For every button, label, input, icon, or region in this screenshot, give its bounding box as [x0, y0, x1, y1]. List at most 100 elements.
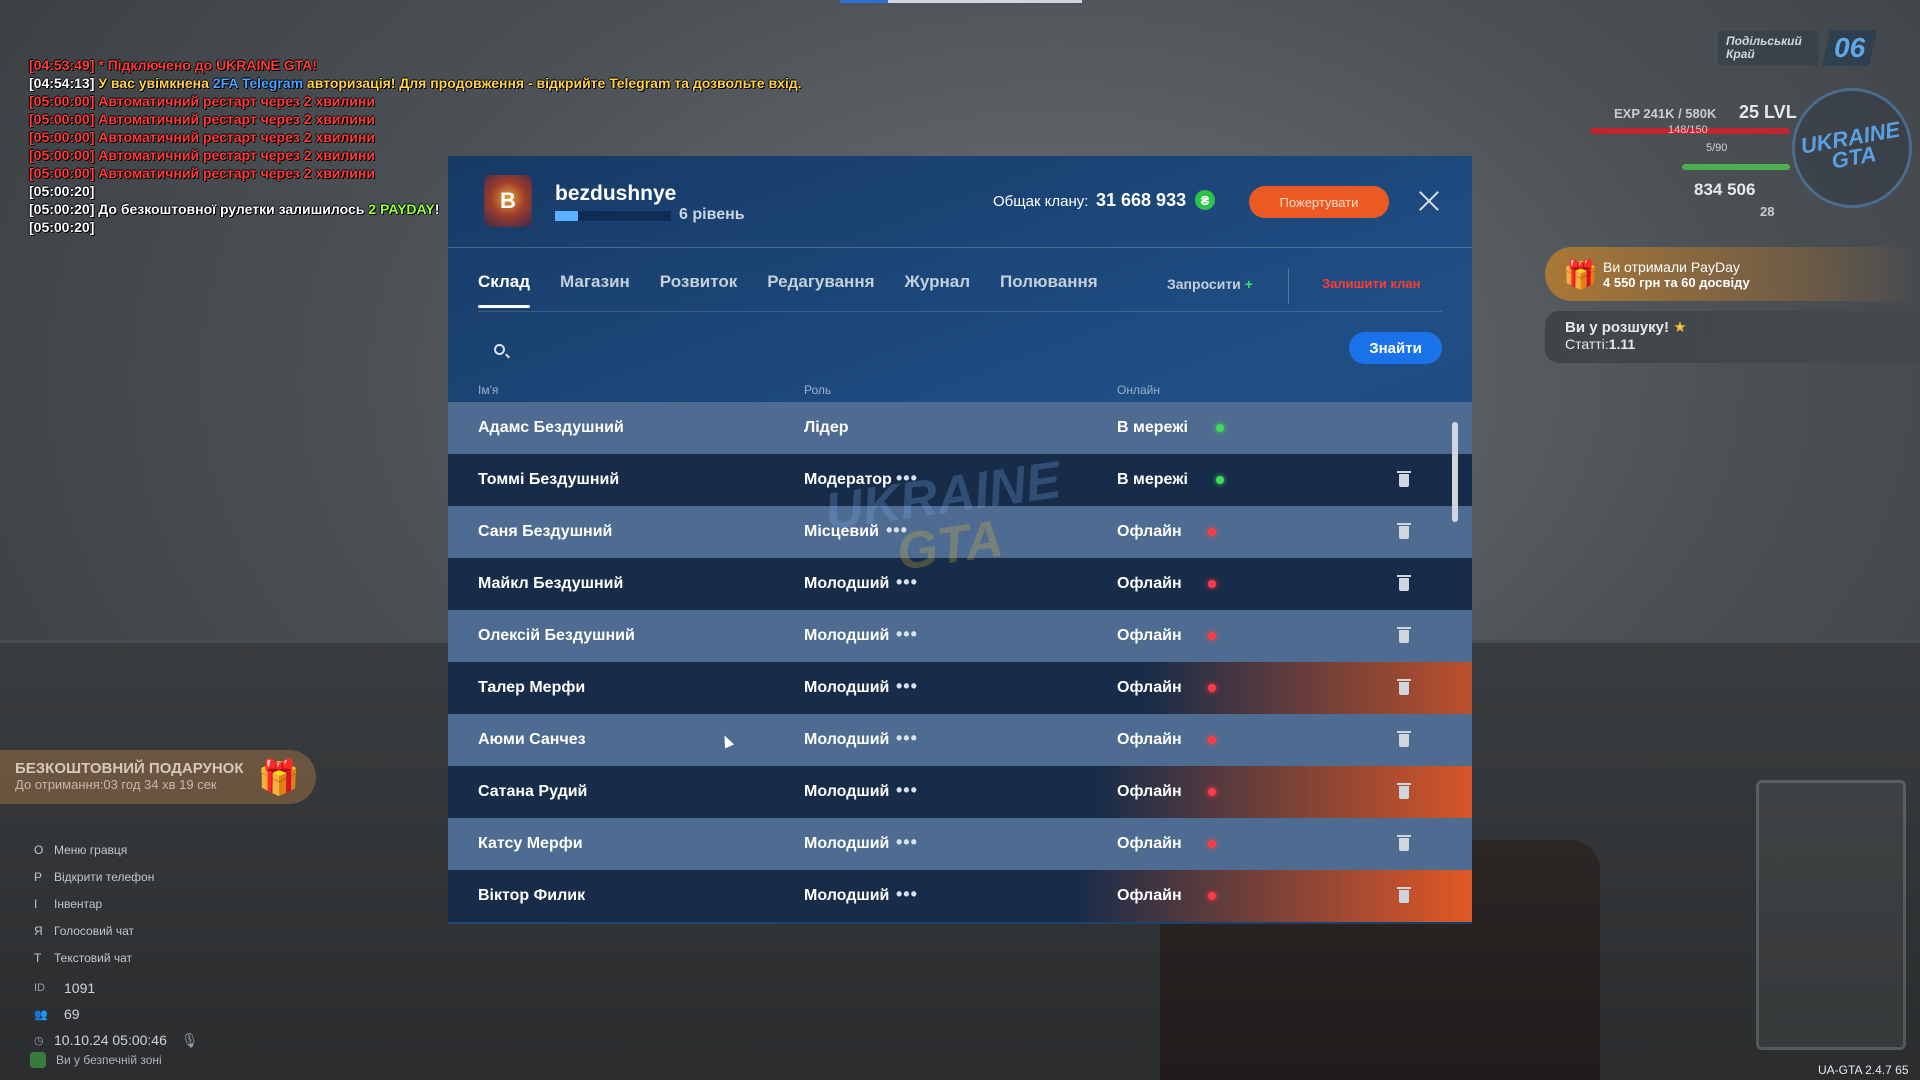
more-dots-icon[interactable]: •••	[886, 520, 908, 541]
close-icon[interactable]	[1414, 186, 1444, 216]
chat-text: [05:00:00] Автоматичний рестарт через 2 …	[29, 111, 375, 127]
trash-lid	[1397, 679, 1411, 681]
tab-0[interactable]: Склад	[478, 272, 531, 308]
table-row[interactable]: Катсу Мерфи Молодший ••• Офлайн	[448, 818, 1472, 870]
clan-money-value: 31 668 933	[1096, 190, 1187, 210]
clan-level-text: 6 рівень	[679, 206, 745, 223]
column-header-name: Ім'я	[478, 383, 499, 397]
chat-text: [05:00:20] До безкоштовної рулетки залиш…	[29, 201, 369, 217]
donate-button[interactable]: Пожертувати	[1249, 186, 1389, 218]
trash-lid	[1397, 783, 1411, 785]
member-role: Молодший	[804, 679, 890, 696]
member-role: Місцевий	[804, 523, 879, 540]
region-name: Подільський Край	[1718, 31, 1818, 65]
clan-level-progress	[555, 211, 671, 221]
trash-lid	[1397, 575, 1411, 577]
members-table: Адамс Бездушний Лідер В мережі Томмі Бездуш…	[448, 402, 1472, 922]
member-name: Сатана Рудий	[478, 783, 588, 800]
trash-icon[interactable]	[1397, 783, 1411, 799]
table-row[interactable]: Саня Бездушний Місцевий ••• Офлайн	[448, 506, 1472, 558]
chat-line: [05:00:00] Автоматичний рестарт через 2 …	[29, 92, 802, 110]
member-role: Молодший	[804, 835, 890, 852]
wanted-articles: Статті:1.11	[1565, 336, 1900, 352]
more-dots-icon[interactable]: •••	[896, 676, 918, 697]
trash-icon[interactable]	[1397, 835, 1411, 851]
key-letter: O	[34, 842, 44, 857]
trash-icon[interactable]	[1397, 523, 1411, 539]
tab-4[interactable]: Журнал	[905, 272, 971, 308]
health-text: 148/150	[1668, 124, 1708, 136]
trash-body	[1399, 682, 1409, 695]
chat-text: 2 PAYDAY	[368, 201, 435, 217]
member-status: Офлайн	[1117, 887, 1182, 904]
more-dots-icon[interactable]: •••	[896, 884, 918, 905]
find-button[interactable]: Знайти	[1349, 332, 1442, 364]
player-info: ID 1091 👥 69 ◷ 10.10.24 05:00:46 🎙	[34, 975, 199, 1053]
region-indicator: Подільський Край 06	[1718, 26, 1898, 70]
trash-lid	[1397, 523, 1411, 525]
members-scrollbar[interactable]	[1452, 422, 1458, 522]
wanted-articles-label: Статті:	[1565, 336, 1609, 352]
trash-lid	[1397, 835, 1411, 837]
trash-icon[interactable]	[1397, 575, 1411, 591]
trash-icon[interactable]	[1397, 627, 1411, 643]
more-dots-icon[interactable]: •••	[896, 728, 918, 749]
more-dots-icon[interactable]: •••	[896, 832, 918, 853]
tab-5[interactable]: Полювання	[1000, 272, 1098, 308]
invite-button[interactable]: Запросити +	[1167, 276, 1253, 292]
trash-lid	[1397, 731, 1411, 733]
users-icon: 👥	[34, 1008, 48, 1021]
payday-title: Ви отримали PayDay	[1603, 258, 1740, 275]
table-row[interactable]: Томмі Бездушний Модератор ••• В мережі	[448, 454, 1472, 506]
tab-2[interactable]: Розвиток	[660, 272, 737, 308]
more-dots-icon[interactable]: •••	[896, 624, 918, 645]
clan-logo: B	[484, 175, 532, 227]
trash-icon[interactable]	[1397, 679, 1411, 695]
table-row[interactable]: Талер Мерфи Молодший ••• Офлайн	[448, 662, 1472, 714]
clan-tabs: Склад Магазин Розвиток Редагування Журнал Пол…	[478, 272, 1128, 308]
chat-text: !	[434, 201, 440, 217]
invite-label: Запросити	[1167, 276, 1241, 292]
trash-icon[interactable]	[1397, 887, 1411, 903]
key-label: Меню гравця	[54, 842, 128, 857]
key-letter: Я	[34, 923, 43, 938]
table-row[interactable]: Олексій Бездушний Молодший ••• Офлайн	[448, 610, 1472, 662]
offline-dot-icon	[1208, 684, 1216, 692]
offline-dot-icon	[1208, 736, 1216, 744]
shield-icon	[30, 1052, 46, 1068]
chat-text: [05:00:00] Автоматичний рестарт через 2 …	[29, 129, 375, 145]
chat-text: [05:00:00] Автоматичний рестарт через 2 …	[29, 93, 375, 109]
safe-zone-text: Ви у безпечній зоні	[56, 1053, 162, 1067]
tab-3[interactable]: Редагування	[767, 272, 874, 308]
table-row[interactable]: Віктор Филик Молодший ••• Офлайн	[448, 870, 1472, 922]
trash-icon[interactable]	[1397, 471, 1411, 487]
more-dots-icon[interactable]: •••	[896, 468, 918, 489]
table-row[interactable]: Сатана Рудий Молодший ••• Офлайн	[448, 766, 1472, 818]
payday-notification: 🎁 Ви отримали PayDay 4 550 грн та 60 дос…	[1545, 247, 1920, 301]
more-dots-icon[interactable]: •••	[896, 780, 918, 801]
online-dot-icon	[1216, 476, 1224, 484]
tab-1[interactable]: Магазин	[560, 272, 630, 308]
member-name: Майкл Бездушний	[478, 575, 624, 592]
clan-panel: B bezdushnye 6 рівень Общак клану: 31 66…	[448, 156, 1472, 924]
table-row[interactable]: Адамс Бездушний Лідер В мережі	[448, 402, 1472, 454]
trash-body	[1399, 890, 1409, 903]
chat-line: [05:00:00] Автоматичний рестарт через 2 …	[29, 110, 802, 128]
search-bar	[478, 330, 1442, 370]
free-gift-banner[interactable]: БЕЗКОШТОВНИЙ ПОДАРУНОК До отримання:03 г…	[0, 750, 316, 804]
table-row[interactable]: Майкл Бездушний Молодший ••• Офлайн	[448, 558, 1472, 610]
more-dots-icon[interactable]: •••	[896, 572, 918, 593]
hunger-text: 5/90	[1706, 142, 1728, 154]
trash-lid	[1397, 471, 1411, 473]
key-label: Голосовий чат	[54, 923, 134, 938]
trash-icon[interactable]	[1397, 731, 1411, 747]
leave-clan-button[interactable]: Залишити клан	[1322, 276, 1420, 291]
search-input[interactable]	[520, 336, 1320, 364]
member-status: В мережі	[1117, 471, 1188, 488]
table-row[interactable]: Аюми Санчез Молодший ••• Офлайн	[448, 714, 1472, 766]
clock-icon: ◷	[34, 1034, 44, 1047]
offline-dot-icon	[1208, 580, 1216, 588]
gift-icon: 🎁	[1563, 258, 1598, 290]
offline-dot-icon	[1208, 788, 1216, 796]
plus-icon: +	[1244, 276, 1253, 292]
